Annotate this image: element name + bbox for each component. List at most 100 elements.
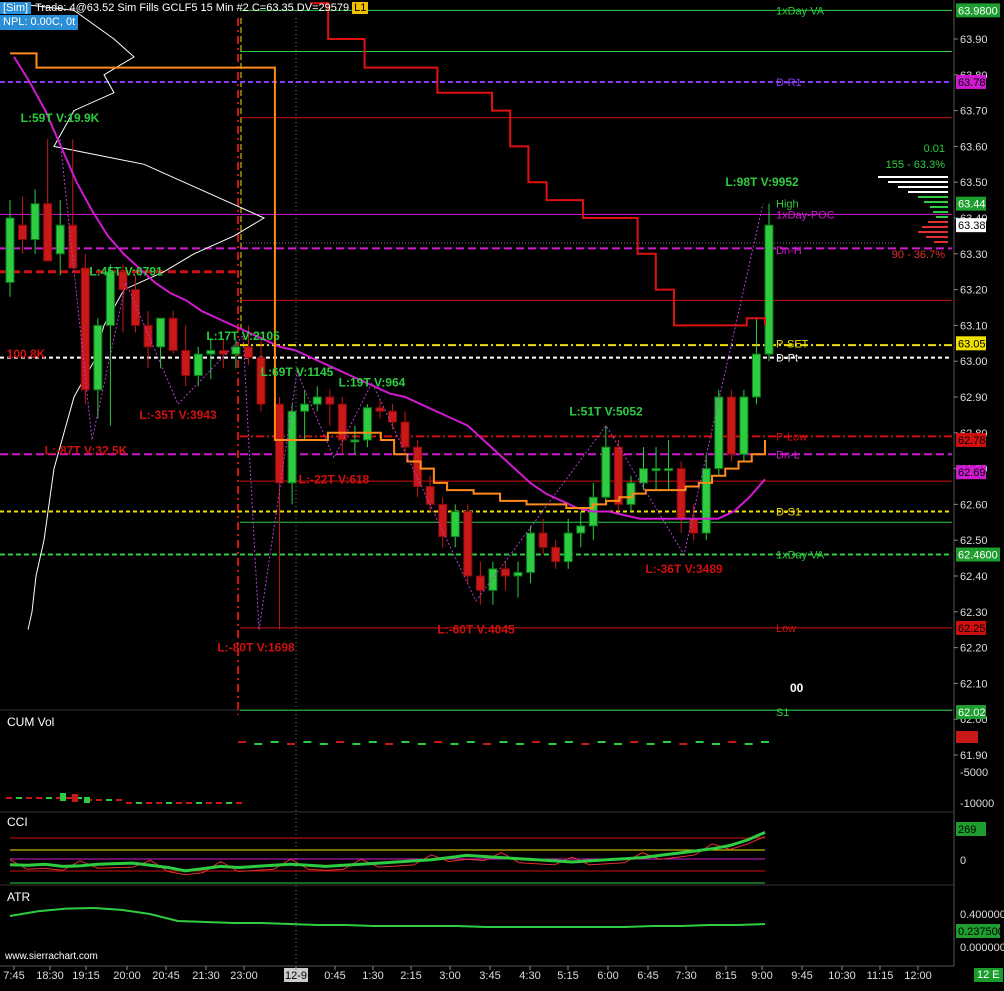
time-axis-label: 20:00	[113, 970, 141, 982]
cum-vol-bar	[728, 741, 737, 743]
atr-title: ATR	[7, 890, 31, 904]
swing-label: L:-35T V:3943	[139, 408, 217, 422]
sim-badge: [Sim]	[0, 2, 32, 14]
candle-body	[168, 317, 178, 351]
time-axis-label: 5:15	[557, 970, 578, 982]
cum-vol-bar	[238, 741, 246, 743]
candle-body	[726, 396, 736, 455]
candle-body	[5, 217, 15, 283]
profile-bar	[936, 216, 948, 218]
candle-body	[764, 224, 774, 355]
candle-body	[689, 518, 699, 534]
candle-body	[181, 349, 191, 377]
time-axis-label: 9:00	[751, 970, 772, 982]
price-tick-label: 62.20	[960, 643, 988, 655]
swing-label: L:69T V:1145	[261, 365, 334, 379]
cum-vol-bar	[216, 802, 222, 804]
cum-vol-bar	[66, 797, 72, 799]
candle-body	[325, 396, 335, 405]
cum-vol-bar	[499, 741, 508, 743]
time-axis-label: 10:30	[828, 970, 856, 982]
level-label: D-R1	[776, 77, 802, 89]
cum-vol-bar	[401, 741, 410, 743]
price-tick-label: 62.40	[960, 571, 988, 583]
cum-vol-bar	[613, 743, 622, 745]
price-tick-label: 63.10	[960, 320, 988, 332]
time-axis-label: 7:45	[3, 970, 24, 982]
swing-label: L:51T V:5052	[569, 404, 643, 418]
candle-body	[676, 468, 686, 520]
cum-vol-bar	[116, 799, 122, 801]
time-axis-label: 1:30	[362, 970, 383, 982]
chart-canvas[interactable]: 63.9063.8063.7063.6063.5063.4063.3063.20…	[0, 0, 1004, 986]
time-axis-label: 12:00	[904, 970, 932, 982]
cum-vol-bar	[6, 797, 12, 799]
cum-vol-bar	[16, 797, 22, 799]
cum-vol-bar	[711, 743, 720, 745]
price-badge-text: 0.237500	[958, 926, 1004, 938]
time-axis-label: 11:15	[867, 970, 894, 982]
candle-body	[243, 346, 253, 359]
cum-vol-bar	[156, 802, 162, 804]
price-tick-label: 62.90	[960, 392, 988, 404]
time-axis-label: 3:45	[479, 970, 500, 982]
cum-vol-tick-label: -5000	[960, 767, 988, 779]
candle-body	[300, 403, 310, 412]
profile-bar	[888, 181, 948, 183]
chart-info: Trade: 4@63.52 Sim Fills GCLF5 15 Min #2…	[35, 2, 350, 14]
profile-bar	[930, 206, 948, 208]
candle-body	[206, 349, 216, 355]
time-axis-label: 7:30	[675, 970, 696, 982]
cum-vol-badge	[956, 731, 978, 743]
price-tick-label: 63.70	[960, 106, 988, 118]
special-text: 00	[790, 681, 804, 695]
price-tick-label: 61.90	[960, 750, 988, 762]
corner-badge[interactable]: 12 E	[974, 968, 1003, 982]
cum-vol-title: CUM Vol	[7, 715, 55, 729]
candle-body	[350, 439, 360, 443]
candle-body	[563, 532, 573, 563]
cum-vol-bar	[532, 741, 541, 743]
price-badge-text: 62.78	[958, 435, 986, 447]
candle-body	[425, 486, 435, 505]
cum-vol-bar	[136, 802, 142, 804]
profile-bar	[926, 236, 948, 238]
cum-vol-bar	[176, 802, 182, 804]
candle-body	[751, 353, 761, 398]
price-tick-label: 63.50	[960, 177, 988, 189]
level-badge[interactable]: L1	[352, 2, 369, 14]
price-chart[interactable]: 63.9063.8063.7063.6063.5063.4063.3063.20…	[0, 0, 1004, 986]
cum-vol-bar	[303, 741, 312, 743]
cum-vol-bar	[84, 797, 90, 803]
price-tick-label: 63.20	[960, 285, 988, 297]
level-label: P-Low	[776, 431, 807, 443]
cum-vol-bar	[166, 802, 172, 804]
cum-vol-bar	[662, 741, 671, 743]
candle-body	[463, 511, 473, 577]
level-label: 1xDay-POC	[776, 209, 835, 221]
profile-down-pct: 90 - 36.7%	[892, 249, 945, 261]
swing-label: L:-87T V:32.5K	[45, 444, 128, 458]
cum-vol-bar	[368, 741, 377, 743]
profile-bar	[934, 241, 948, 243]
time-axis-label: 21:30	[192, 970, 220, 982]
profile-bar	[922, 226, 948, 228]
cum-vol-bar	[106, 799, 112, 801]
candle-body	[18, 224, 28, 240]
cum-vol-bar	[60, 793, 66, 801]
cum-vol-bar	[597, 741, 606, 743]
cci-title: CCI	[7, 815, 28, 829]
candle-body	[93, 324, 103, 391]
candle-body	[701, 468, 711, 534]
candle-body	[576, 525, 586, 534]
candle-body	[375, 407, 385, 412]
price-tick-label: 63.90	[960, 34, 988, 46]
swing-label: L:-36T V:3489	[645, 562, 723, 576]
candle-body	[312, 396, 322, 405]
atr-tick-label: 0.400000	[960, 909, 1004, 921]
profile-bar	[908, 191, 948, 193]
cum-vol-bar	[72, 794, 78, 802]
cum-vol-bar	[761, 741, 769, 743]
candle-body	[131, 289, 140, 326]
profile-up-pct: 155 - 63.3%	[886, 159, 946, 171]
